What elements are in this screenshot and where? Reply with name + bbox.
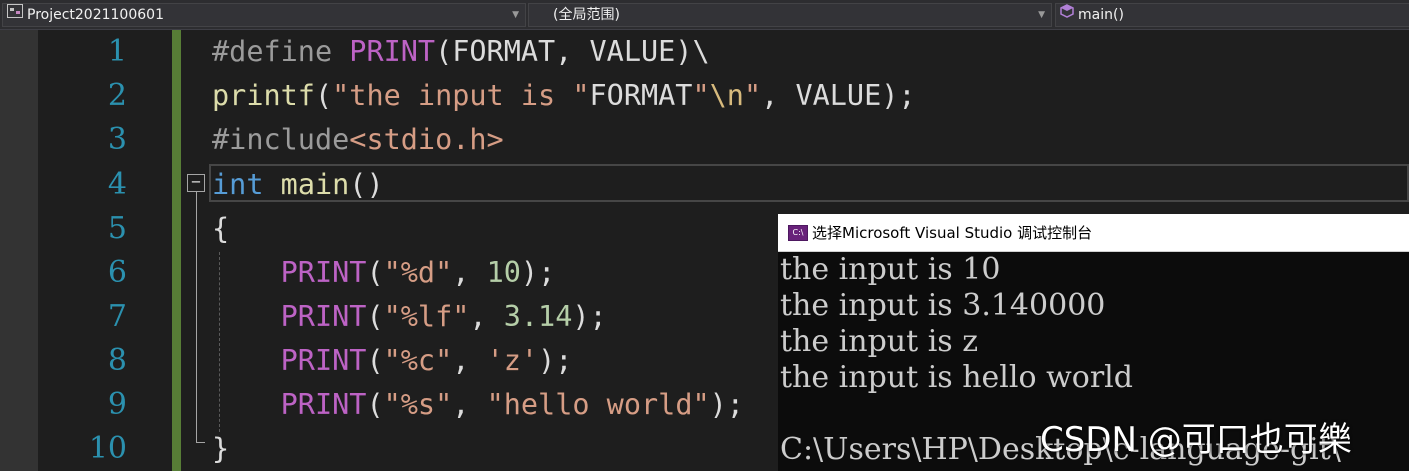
code-token: " (743, 79, 762, 112)
code-line: #include<stdio.h> (212, 118, 504, 162)
code-token: int (212, 168, 264, 201)
code-token: <stdio.h> (349, 123, 504, 156)
chevron-down-icon: ▼ (512, 10, 519, 20)
code-line: PRINT("%s", "hello world"); (212, 383, 744, 427)
console-title: 选择Microsoft Visual Studio 调试控制台 (812, 224, 1093, 242)
method-icon (1060, 4, 1074, 25)
code-token: } (212, 432, 230, 465)
current-line-highlight (209, 164, 1409, 202)
console-line: the input is hello world (780, 360, 1133, 395)
code-token: "%d" (383, 256, 453, 289)
code-line: } (212, 427, 229, 471)
line-number: 3 (107, 122, 127, 157)
change-tracking-bar (172, 30, 181, 471)
code-line: PRINT("%c", 'z'); (212, 339, 573, 383)
project-dropdown[interactable]: Project2021100601 ▼ (2, 3, 526, 27)
console-line: the input is 10 (780, 252, 1001, 287)
navigation-bar: Project2021100601 ▼ (全局范围) ▼ main() (0, 0, 1409, 30)
fold-guide-end (196, 442, 205, 443)
code-token: \n (709, 79, 744, 112)
code-token: ); (709, 388, 744, 421)
code-token: , VALUE); (761, 79, 916, 112)
code-line: printf("the input is "FORMAT"\n", VALUE)… (212, 74, 916, 118)
collapse-icon[interactable]: − (187, 174, 205, 192)
code-token: main (280, 168, 350, 201)
member-dropdown[interactable]: main() (1055, 3, 1409, 27)
code-token: "%s" (383, 388, 453, 421)
editor-margin-strip (0, 30, 38, 471)
code-token: printf (212, 79, 315, 112)
code-token: , (469, 300, 504, 333)
console-title-bar[interactable]: C:\ 选择Microsoft Visual Studio 调试控制台 (778, 214, 1409, 252)
code-line: #define PRINT(FORMAT, VALUE)\ (212, 30, 710, 74)
line-number: 5 (107, 211, 127, 246)
console-line: the input is z (780, 324, 979, 359)
line-number: 10 (88, 431, 127, 466)
project-icon (7, 4, 23, 25)
code-token: ); (538, 344, 573, 377)
code-token: ( (314, 79, 333, 112)
line-number: 6 (107, 255, 127, 290)
code-token: PRINT (349, 35, 436, 68)
line-number: 1 (107, 34, 127, 69)
code-token: ); (520, 256, 556, 289)
code-token: "the input is " (332, 79, 590, 112)
code-token: 3.14 (503, 300, 573, 333)
code-token: " (692, 79, 710, 112)
code-token: , (452, 256, 487, 289)
chevron-down-icon: ▼ (1038, 10, 1045, 20)
code-token: PRINT (280, 300, 367, 333)
code-line: PRINT("%lf", 3.14); (212, 295, 607, 339)
fold-guide (196, 192, 197, 442)
code-token: , (452, 388, 487, 421)
code-token: "hello world" (486, 388, 710, 421)
line-number: 9 (107, 387, 127, 422)
console-line: the input is 3.140000 (780, 288, 1106, 323)
line-number-gutter: 1 2 3 4 5 6 7 8 9 10 (38, 30, 172, 471)
code-token: "%lf" (383, 300, 470, 333)
scope-label: (全局范围) (553, 7, 620, 23)
code-token: { (212, 212, 230, 245)
code-line: PRINT("%d", 10); (212, 251, 556, 295)
code-token: , (452, 344, 487, 377)
line-number: 4 (107, 167, 127, 202)
code-token: (FORMAT, VALUE)\ (435, 35, 710, 68)
code-line: int main() (212, 163, 384, 207)
project-name: Project2021100601 (27, 7, 164, 23)
code-line: { (212, 207, 229, 251)
code-token: PRINT (280, 256, 367, 289)
watermark: CSDN @可口也可樂 (1040, 420, 1352, 460)
code-token: ( (366, 256, 384, 289)
scope-dropdown[interactable]: (全局范围) ▼ (528, 3, 1052, 27)
member-name: main() (1078, 7, 1124, 23)
code-token: 10 (486, 256, 521, 289)
code-token: PRINT (280, 344, 367, 377)
line-number: 2 (107, 78, 127, 113)
code-token: "%c" (383, 344, 453, 377)
code-token: PRINT (280, 388, 367, 421)
code-token: ( (366, 300, 384, 333)
code-token: #define (212, 35, 333, 68)
code-token: FORMAT (589, 79, 693, 112)
line-number: 7 (107, 299, 127, 334)
code-token: () (349, 168, 384, 201)
code-token: ); (572, 300, 607, 333)
code-token: #include (212, 123, 350, 156)
code-token: 'z' (486, 344, 539, 377)
line-number: 8 (107, 343, 127, 378)
code-token: ( (366, 388, 384, 421)
console-app-icon: C:\ (788, 225, 808, 241)
code-token: ( (366, 344, 384, 377)
